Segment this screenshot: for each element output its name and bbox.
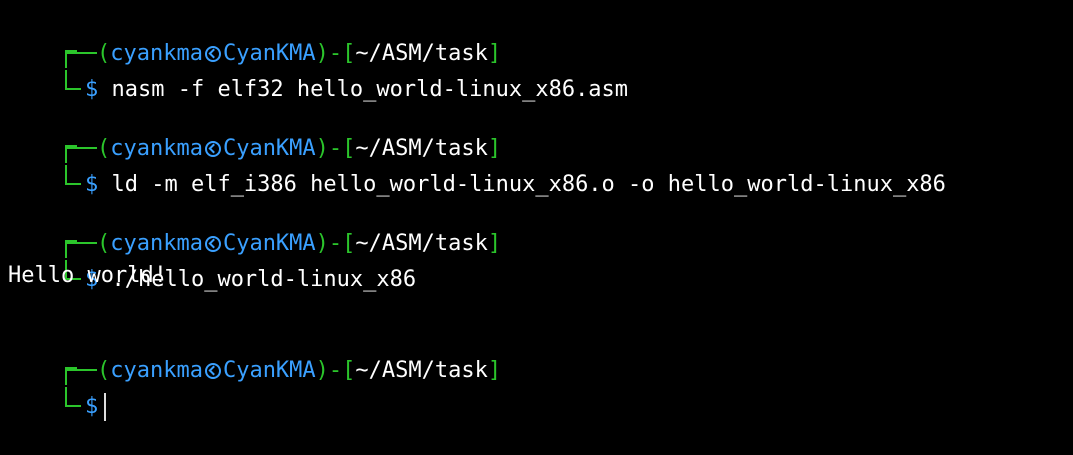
prompt-header: (cyankma CyanKMA)-[~/ASM/task] — [8, 101, 1073, 163]
command-line: $ nasm -f elf32 hello_world-linux_x86.as… — [8, 38, 1073, 102]
command-line: $ ./hello_world-linux_x86 — [8, 228, 1073, 292]
command-output: Hello world! — [8, 260, 1073, 292]
prompt-header: (cyankma CyanKMA)-[~/ASM/task] — [8, 6, 1073, 68]
prompt-corner-bottom-icon — [64, 387, 81, 407]
output-text: Hello world! — [8, 263, 167, 288]
text-cursor[interactable] — [104, 393, 107, 421]
terminal-window[interactable]: (cyankma CyanKMA)-[~/ASM/task] $ nasm -f … — [8, 6, 1073, 421]
prompt-header: (cyankma CyanKMA)-[~/ASM/task] — [8, 196, 1073, 258]
prompt-header: (cyankma CyanKMA)-[~/ASM/task] — [8, 323, 1073, 385]
prompt-symbol: $ — [84, 394, 99, 419]
command-line: $ ld -m elf_i386 hello_world-linux_x86.o… — [8, 133, 1073, 197]
active-command-line[interactable]: $ — [8, 355, 1073, 421]
